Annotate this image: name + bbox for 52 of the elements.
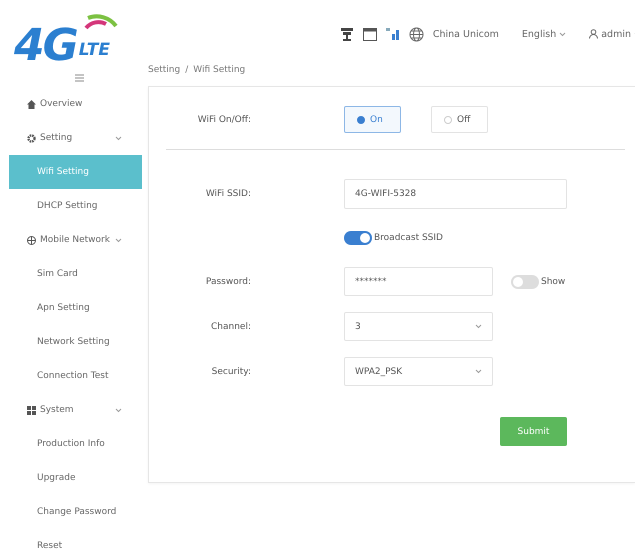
field-label: WiFi SSID:	[204, 189, 251, 199]
antenna-icon	[340, 27, 354, 41]
breadcrumb-separator: /	[185, 65, 188, 75]
sidebar-item[interactable]: Overview	[0, 87, 142, 121]
sidebar-subitem[interactable]: Reset	[9, 529, 142, 552]
toggle-switch[interactable]	[344, 231, 372, 245]
globe-icon	[27, 236, 36, 244]
operator-name: China Unicom	[432, 28, 499, 40]
breadcrumb-link[interactable]: Setting	[148, 65, 180, 75]
sidebar-subitem[interactable]: Apn Setting	[9, 291, 142, 325]
chevron-icon	[475, 324, 482, 329]
breadcrumb-current: Wifi Setting	[193, 65, 246, 75]
globe-icon	[408, 26, 424, 42]
logo-subtext: LTE	[78, 40, 110, 60]
sidebar-subitem[interactable]: Upgrade	[9, 461, 142, 495]
sidebar-item[interactable]: System	[0, 393, 142, 427]
sidebar-subitem[interactable]: DHCP Setting	[9, 189, 142, 223]
chevron-icon	[115, 408, 122, 412]
chevron-icon	[115, 136, 122, 140]
sidebar-subitem[interactable]: Connection Test	[9, 359, 142, 393]
chevron-icon	[115, 238, 122, 242]
password-field[interactable]: *******	[344, 267, 493, 296]
window-icon	[362, 28, 377, 40]
sidebar-subitem[interactable]: Sim Card	[9, 257, 142, 291]
gear-icon	[27, 134, 36, 142]
toggle-switch[interactable]	[511, 274, 539, 288]
sidebar-item[interactable]: Setting	[0, 121, 142, 155]
caret-icon	[559, 32, 566, 36]
chevron-icon	[475, 369, 482, 374]
select-field[interactable]: WPA2_PSK	[344, 357, 493, 386]
logo-text: 4G	[14, 24, 77, 68]
field-label: WiFi On/Off:	[196, 114, 251, 124]
radio-option[interactable]: On	[344, 106, 401, 133]
language-dropdown[interactable]: English	[522, 28, 566, 40]
menu-icon[interactable]	[74, 74, 84, 82]
toggle-label: Show	[541, 276, 566, 286]
radio-option[interactable]: Off	[431, 106, 488, 133]
field-label: Channel:	[210, 322, 251, 332]
signal-icon	[386, 28, 400, 40]
select-field[interactable]: 3	[344, 312, 493, 341]
sidebar-item[interactable]: Mobile Network	[0, 223, 142, 257]
input-field[interactable]: 4G-WIFI-5328	[344, 179, 567, 209]
sidebar-subitem[interactable]: Change Password	[9, 495, 142, 529]
sidebar-subitem[interactable]: Network Setting	[9, 325, 142, 359]
user-menu[interactable]: admin	[589, 28, 635, 40]
field-label: Security:	[210, 366, 251, 376]
toggle-label: Broadcast SSID	[374, 233, 443, 243]
sidebar-subitem[interactable]: Production Info	[9, 427, 142, 461]
grid-icon	[27, 406, 36, 414]
home-icon	[27, 100, 36, 108]
field-label: Password:	[204, 276, 251, 286]
user-icon	[589, 29, 598, 39]
